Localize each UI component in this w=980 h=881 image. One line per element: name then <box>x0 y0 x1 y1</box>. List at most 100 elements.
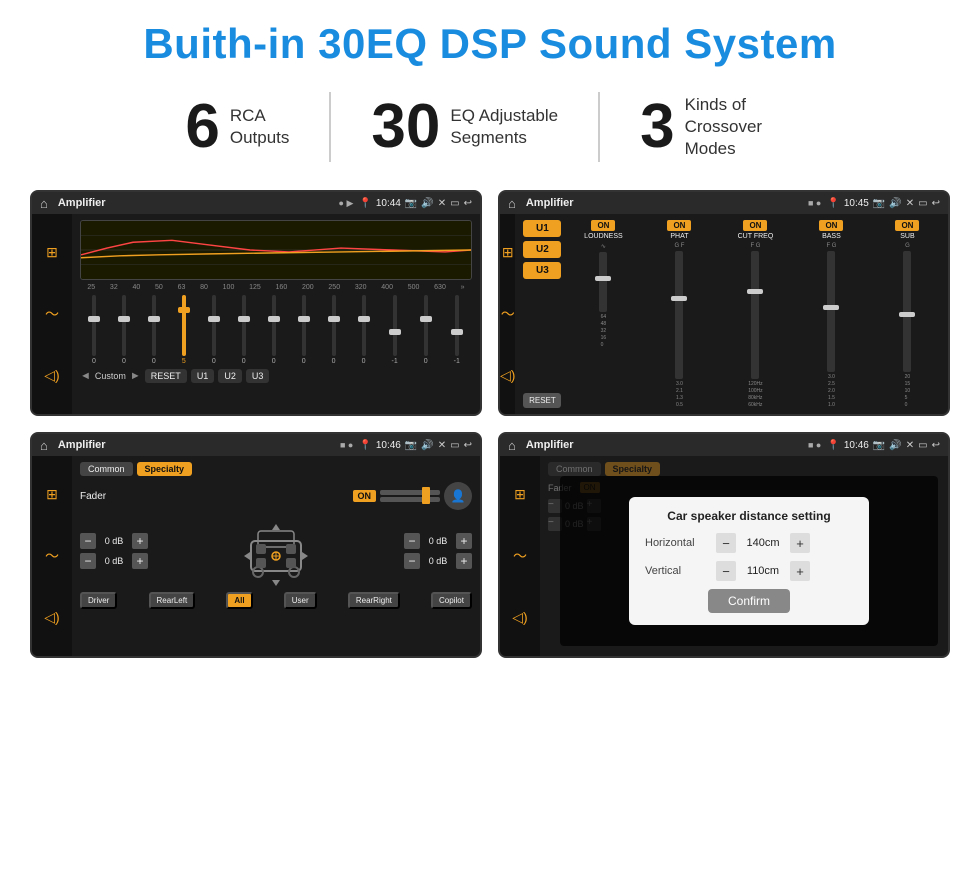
fdr-rearleft-btn[interactable]: RearLeft <box>149 592 196 609</box>
fdr-copilot-btn[interactable]: Copilot <box>431 592 472 609</box>
fdr-sidebar: ⊞ 〜 ◁) <box>32 456 72 656</box>
fdr-minus-2[interactable]: − <box>80 553 96 569</box>
fdr-icon-wave[interactable]: 〜 <box>45 546 59 566</box>
dialog-horiz-minus-btn[interactable]: − <box>716 533 736 553</box>
dialog-confirm-btn[interactable]: Confirm <box>708 589 790 613</box>
screenshots-grid: ⌂ Amplifier ● ▶ 📍 10:44 📷 🔊 ✕ ▭ ↩ ⊞ 〜 ◁) <box>30 190 950 658</box>
eq-u3-btn[interactable]: U3 <box>246 369 270 383</box>
fdr-slider-2[interactable] <box>380 497 440 502</box>
eq-slider-2[interactable]: 0 <box>122 295 126 365</box>
eq-controls: ◄ Custom ► RESET U1 U2 U3 <box>80 369 472 383</box>
eq-icon-sliders[interactable]: ⊞ <box>46 244 58 261</box>
cr-u3-btn[interactable]: U3 <box>523 262 561 279</box>
fdr-tab-common[interactable]: Common <box>80 462 133 476</box>
cr-icon-sliders[interactable]: ⊞ <box>502 244 514 261</box>
cr-u2-btn[interactable]: U2 <box>523 241 561 258</box>
eq-slider-11[interactable]: -1 <box>392 295 398 365</box>
dlg-icon-speaker[interactable]: ◁) <box>512 609 527 626</box>
fdr-slider-1[interactable] <box>380 490 440 495</box>
stat-rca: 6 RCAOutputs <box>145 96 329 158</box>
dlg-title: Amplifier <box>526 439 802 451</box>
fdr-rearright-btn[interactable]: RearRight <box>348 592 400 609</box>
fdr-plus-3[interactable]: + <box>456 533 472 549</box>
cr-status-icons: 📍 10:45 📷 🔊 ✕ ▭ ↩ <box>827 198 940 209</box>
fdr-settings-icon[interactable]: 👤 <box>444 482 472 510</box>
cr-icon-speaker[interactable]: ◁) <box>500 367 515 384</box>
fdr-on-badge[interactable]: ON <box>353 490 377 502</box>
dlg-back-icon[interactable]: ↩ <box>932 440 940 451</box>
fdr-plus-1[interactable]: + <box>132 533 148 549</box>
dialog-vertical-label: Vertical <box>645 565 710 577</box>
fdr-back-icon[interactable]: ↩ <box>464 440 472 451</box>
eq-slider-6[interactable]: 0 <box>242 295 246 365</box>
dialog-vert-minus-btn[interactable]: − <box>716 561 736 581</box>
stat-number-eq: 30 <box>371 96 440 158</box>
cr-main-area: U1 U2 U3 RESET ON LOUDNESS <box>515 214 950 414</box>
stats-row: 6 RCAOutputs 30 EQ AdjustableSegments 3 … <box>30 92 950 162</box>
eq-icon-speaker[interactable]: ◁) <box>44 367 59 384</box>
eq-prev-btn[interactable]: ◄ <box>80 370 91 382</box>
dlg-icon-sliders[interactable]: ⊞ <box>514 486 526 503</box>
fdr-driver-btn[interactable]: Driver <box>80 592 117 609</box>
crossover-screen-body: ⊞ 〜 ◁) U1 U2 U3 RESET ON <box>500 214 948 414</box>
cr-channel-sub: ON SUB G 20151050 <box>871 220 943 408</box>
cr-back-icon[interactable]: ↩ <box>932 198 940 209</box>
fdr-fader-label: Fader <box>80 491 106 502</box>
fdr-icon-speaker[interactable]: ◁) <box>44 609 59 626</box>
eq-next-btn[interactable]: ► <box>130 370 141 382</box>
dlg-sidebar: ⊞ 〜 ◁) <box>500 456 540 656</box>
cr-home-icon[interactable]: ⌂ <box>508 196 516 211</box>
cr-u1-btn[interactable]: U1 <box>523 220 561 237</box>
fdr-user-btn[interactable]: User <box>284 592 317 609</box>
fdr-tab-specialty[interactable]: Specialty <box>137 462 193 476</box>
eq-slider-5[interactable]: 0 <box>212 295 216 365</box>
fdr-plus-4[interactable]: + <box>456 553 472 569</box>
fdr-icon-sliders[interactable]: ⊞ <box>46 486 58 503</box>
eq-slider-7[interactable]: 0 <box>272 295 276 365</box>
eq-slider-10[interactable]: 0 <box>362 295 366 365</box>
cr-icon-wave[interactable]: 〜 <box>501 304 515 324</box>
fdr-all-btn[interactable]: All <box>226 592 252 609</box>
eq-slider-12[interactable]: 0 <box>424 295 428 365</box>
eq-reset-btn[interactable]: RESET <box>145 369 187 383</box>
dialog-vert-plus-btn[interactable]: + <box>790 561 810 581</box>
dlg-time: 10:46 <box>844 440 869 451</box>
cr-sub-on[interactable]: ON <box>895 220 919 231</box>
eq-slider-9[interactable]: 0 <box>332 295 336 365</box>
cr-cutfreq-on[interactable]: ON <box>743 220 767 231</box>
eq-slider-8[interactable]: 0 <box>302 295 306 365</box>
dlg-main-area: Common Specialty Fader ON − 0 dB <box>540 456 948 656</box>
fdr-minus-3[interactable]: − <box>404 533 420 549</box>
cr-loudness-on[interactable]: ON <box>591 220 615 231</box>
fdr-minus-4[interactable]: − <box>404 553 420 569</box>
dialog-horiz-plus-btn[interactable]: + <box>790 533 810 553</box>
cr-phat-on[interactable]: ON <box>667 220 691 231</box>
fdr-minus-1[interactable]: − <box>80 533 96 549</box>
stat-number-rca: 6 <box>185 96 219 158</box>
fdr-vol-row-3: − 0 dB + <box>404 533 472 549</box>
dlg-status-bar: ⌂ Amplifier ■ ● 📍 10:46 📷 🔊 ✕ ▭ ↩ <box>500 434 948 456</box>
eq-back-icon[interactable]: ↩ <box>464 198 472 209</box>
fdr-left-volumes: − 0 dB + − 0 dB + <box>80 533 148 569</box>
eq-icon-wave[interactable]: 〜 <box>45 304 59 324</box>
eq-home-icon[interactable]: ⌂ <box>40 196 48 211</box>
cr-x-icon: ✕ <box>906 198 914 209</box>
eq-slider-4[interactable]: 5 <box>182 295 186 365</box>
fdr-right-volumes: − 0 dB + − 0 dB + <box>404 533 472 569</box>
eq-slider-1[interactable]: 0 <box>92 295 96 365</box>
fdr-bottom-controls: Driver RearLeft All User RearRight Copil… <box>80 592 472 609</box>
eq-u2-btn[interactable]: U2 <box>218 369 242 383</box>
dlg-location-icon: 📍 <box>827 440 839 451</box>
cr-channel-phat: ON PHAT G F 3.02.11.30.5 <box>643 220 715 408</box>
dialog-box: Car speaker distance setting Horizontal … <box>629 497 869 625</box>
dialog-screen-card: ⌂ Amplifier ■ ● 📍 10:46 📷 🔊 ✕ ▭ ↩ ⊞ 〜 ◁) <box>498 432 950 658</box>
eq-slider-3[interactable]: 0 <box>152 295 156 365</box>
fdr-home-icon[interactable]: ⌂ <box>40 438 48 453</box>
eq-slider-13[interactable]: -1 <box>454 295 460 365</box>
cr-bass-on[interactable]: ON <box>819 220 843 231</box>
cr-reset-btn[interactable]: RESET <box>523 393 561 408</box>
fdr-plus-2[interactable]: + <box>132 553 148 569</box>
dlg-icon-wave[interactable]: 〜 <box>513 546 527 566</box>
eq-u1-btn[interactable]: U1 <box>191 369 215 383</box>
dlg-home-icon[interactable]: ⌂ <box>508 438 516 453</box>
